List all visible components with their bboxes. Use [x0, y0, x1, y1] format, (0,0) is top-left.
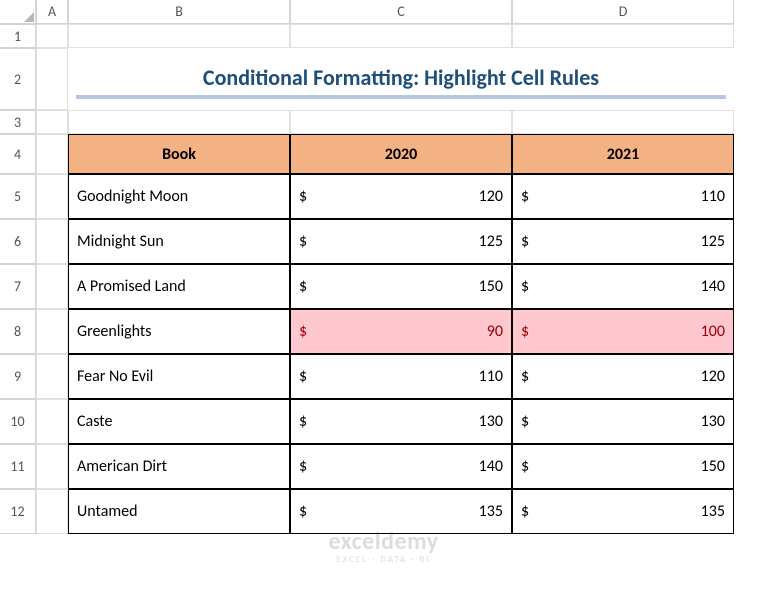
row-header-5[interactable]: 5: [0, 174, 36, 219]
cell-value: 120: [479, 187, 503, 206]
table-row-book[interactable]: Midnight Sun: [68, 219, 290, 264]
currency-symbol: $: [521, 232, 529, 251]
cell-value: 90: [487, 322, 503, 341]
table-header-y2[interactable]: 2021: [512, 134, 734, 174]
cell-value: 130: [701, 412, 725, 431]
currency-symbol: $: [299, 367, 307, 386]
cell-blank[interactable]: [36, 24, 68, 48]
currency-symbol: $: [521, 412, 529, 431]
currency-symbol: $: [521, 457, 529, 476]
cell-value: 150: [479, 277, 503, 296]
currency-symbol: $: [521, 367, 529, 386]
row-header-11[interactable]: 11: [0, 444, 36, 489]
row-header-8[interactable]: 8: [0, 309, 36, 354]
table-row-y1[interactable]: $90: [290, 309, 512, 354]
row-header-4[interactable]: 4: [0, 134, 36, 174]
cell-value: 120: [701, 367, 725, 386]
cell-value: 135: [479, 502, 503, 521]
currency-symbol: $: [521, 502, 529, 521]
currency-symbol: $: [299, 457, 307, 476]
currency-symbol: $: [299, 277, 307, 296]
table-row-book[interactable]: A Promised Land: [68, 264, 290, 309]
column-header-C[interactable]: C: [290, 0, 512, 24]
cell-blank[interactable]: [36, 309, 68, 354]
cell-blank[interactable]: [36, 134, 68, 174]
currency-symbol: $: [299, 412, 307, 431]
table-row-y1[interactable]: $130: [290, 399, 512, 444]
cell-value: 130: [479, 412, 503, 431]
table-header-book[interactable]: Book: [68, 134, 290, 174]
cell-value: 125: [701, 232, 725, 251]
table-row-y2[interactable]: $100: [512, 309, 734, 354]
currency-symbol: $: [521, 322, 529, 341]
table-row-y1[interactable]: $125: [290, 219, 512, 264]
cell-blank[interactable]: [36, 48, 68, 110]
table-row-book[interactable]: Fear No Evil: [68, 354, 290, 399]
table-row-y1[interactable]: $135: [290, 489, 512, 534]
row-header-12[interactable]: 12: [0, 489, 36, 534]
cell-blank[interactable]: [36, 264, 68, 309]
currency-symbol: $: [521, 187, 529, 206]
table-row-book[interactable]: Goodnight Moon: [68, 174, 290, 219]
column-header-D[interactable]: D: [512, 0, 734, 24]
currency-symbol: $: [299, 322, 307, 341]
cell-blank[interactable]: [512, 24, 734, 48]
table-row-y2[interactable]: $125: [512, 219, 734, 264]
cell-value: 100: [701, 322, 725, 341]
cell-blank[interactable]: [36, 444, 68, 489]
cell-value: 135: [701, 502, 725, 521]
cell-blank[interactable]: [36, 219, 68, 264]
cell-blank[interactable]: [68, 110, 290, 134]
row-header-3[interactable]: 3: [0, 110, 36, 134]
table-row-book[interactable]: American Dirt: [68, 444, 290, 489]
cell-value: 140: [479, 457, 503, 476]
table-row-book[interactable]: Greenlights: [68, 309, 290, 354]
row-header-10[interactable]: 10: [0, 399, 36, 444]
cell-blank[interactable]: [512, 110, 734, 134]
cell-blank[interactable]: [36, 110, 68, 134]
currency-symbol: $: [299, 502, 307, 521]
table-row-y2[interactable]: $130: [512, 399, 734, 444]
column-header-B[interactable]: B: [68, 0, 290, 24]
cell-blank[interactable]: [68, 24, 290, 48]
cell-blank[interactable]: [36, 489, 68, 534]
table-row-y2[interactable]: $135: [512, 489, 734, 534]
table-row-y1[interactable]: $150: [290, 264, 512, 309]
table-row-y2[interactable]: $140: [512, 264, 734, 309]
table-row-y2[interactable]: $120: [512, 354, 734, 399]
cell-blank[interactable]: [36, 354, 68, 399]
table-row-y1[interactable]: $120: [290, 174, 512, 219]
table-row-y2[interactable]: $110: [512, 174, 734, 219]
cell-value: 110: [479, 367, 503, 386]
cell-blank[interactable]: [290, 24, 512, 48]
cell-blank[interactable]: [36, 174, 68, 219]
title-cell[interactable]: Conditional Formatting: Highlight Cell R…: [68, 48, 734, 110]
table-row-y2[interactable]: $150: [512, 444, 734, 489]
currency-symbol: $: [299, 187, 307, 206]
table-row-book[interactable]: Caste: [68, 399, 290, 444]
table-row-book[interactable]: Untamed: [68, 489, 290, 534]
cell-value: 150: [701, 457, 725, 476]
page-title: Conditional Formatting: Highlight Cell R…: [76, 60, 726, 99]
cell-blank[interactable]: [290, 110, 512, 134]
row-header-2[interactable]: 2: [0, 48, 36, 110]
select-all-triangle[interactable]: [0, 0, 36, 24]
table-row-y1[interactable]: $140: [290, 444, 512, 489]
table-header-y1[interactable]: 2020: [290, 134, 512, 174]
cell-value: 110: [701, 187, 725, 206]
cell-value: 125: [479, 232, 503, 251]
row-header-7[interactable]: 7: [0, 264, 36, 309]
row-header-6[interactable]: 6: [0, 219, 36, 264]
row-header-9[interactable]: 9: [0, 354, 36, 399]
cell-value: 140: [701, 277, 725, 296]
currency-symbol: $: [521, 277, 529, 296]
row-header-1[interactable]: 1: [0, 24, 36, 48]
cell-blank[interactable]: [36, 399, 68, 444]
table-row-y1[interactable]: $110: [290, 354, 512, 399]
currency-symbol: $: [299, 232, 307, 251]
column-header-A[interactable]: A: [36, 0, 68, 24]
watermark-sub: EXCEL · DATA · BI: [328, 554, 438, 565]
